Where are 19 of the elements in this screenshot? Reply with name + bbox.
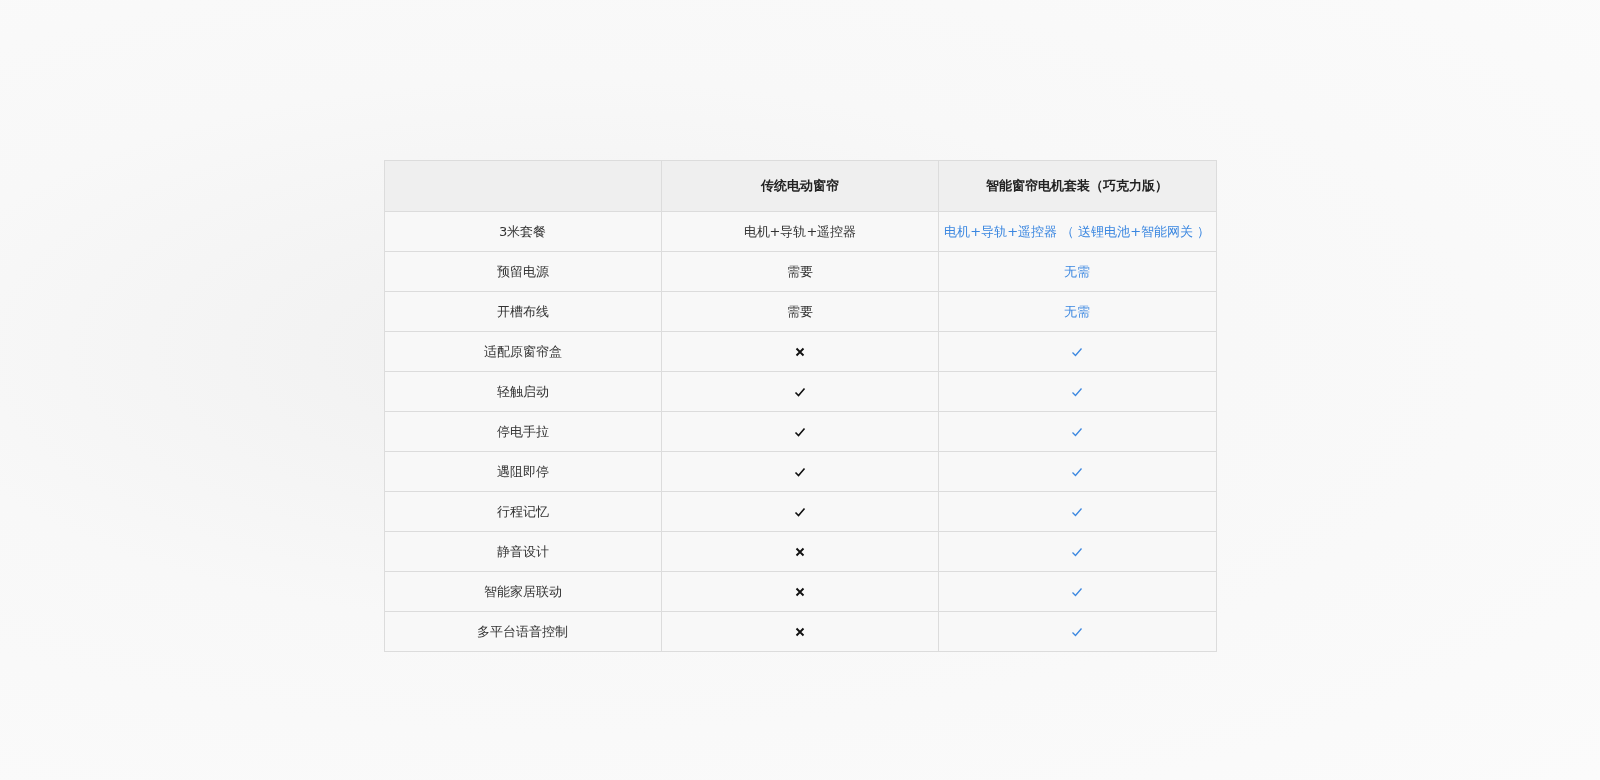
table-cell: 电机+导轨+遥控器 （ 送锂电池+智能网关 ） <box>938 211 1216 252</box>
table-cell: 预留电源 <box>384 251 662 292</box>
table-cell: 遇阻即停 <box>384 451 662 492</box>
table-cell: 无需 <box>938 251 1216 292</box>
table-cell: 开槽布线 <box>384 291 662 332</box>
table-cell: 静音设计 <box>384 531 662 572</box>
column-heading: 传统电动窗帘 <box>761 178 839 193</box>
table-cell: 智能家居联动 <box>384 571 662 612</box>
column-heading: 智能窗帘电机套装（巧克力版） <box>986 178 1169 193</box>
table-cell: 停电手拉 <box>384 411 662 452</box>
table-cell: 适配原窗帘盒 <box>384 331 662 372</box>
table-cell: 行程记忆 <box>384 491 662 532</box>
table-cell: 需要 <box>661 291 939 332</box>
table-cell: 轻触启动 <box>384 371 662 412</box>
table-cell: 无需 <box>938 291 1216 332</box>
table-cell: 电机+导轨+遥控器 <box>661 211 939 252</box>
table-cell: 需要 <box>661 251 939 292</box>
table-cell: 3米套餐 <box>384 211 662 252</box>
table-cell: 多平台语音控制 <box>384 611 662 652</box>
